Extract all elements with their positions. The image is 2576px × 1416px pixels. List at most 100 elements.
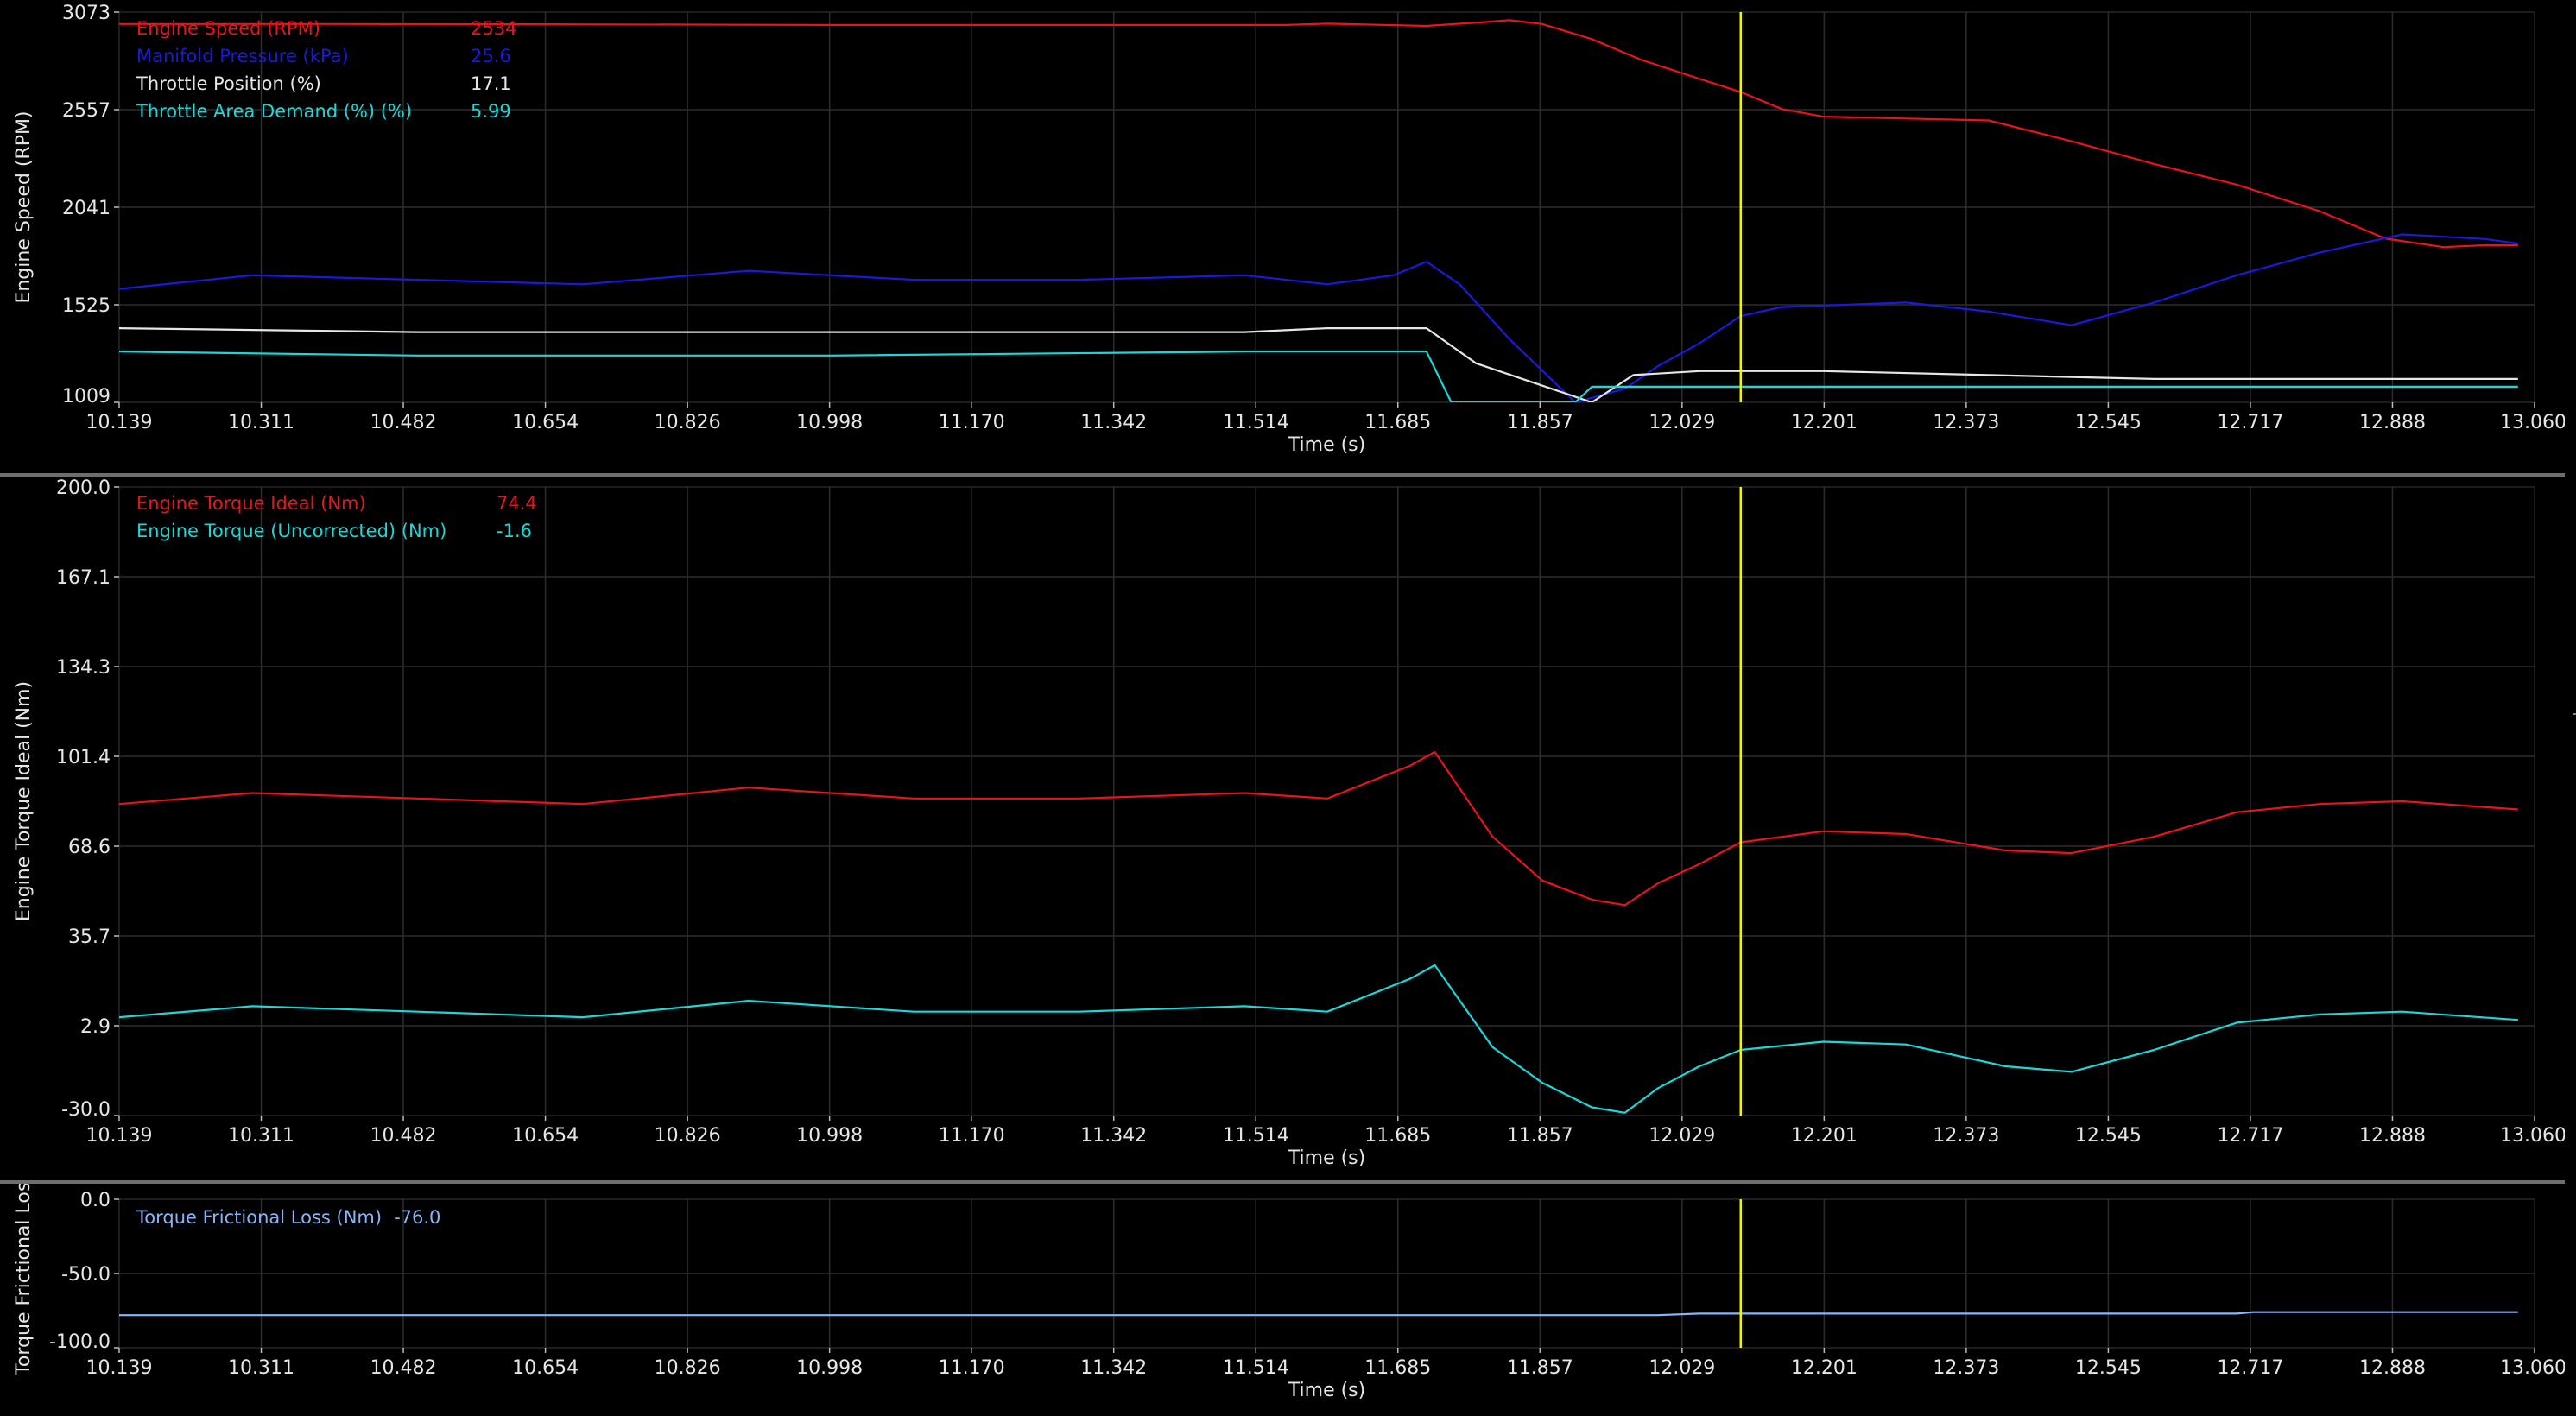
x-tick-label: 10.139 (86, 412, 153, 433)
x-tick-label: 12.888 (2359, 1125, 2426, 1147)
x-tick-label: 10.482 (370, 1125, 437, 1147)
legend-value: -1.6 (497, 521, 532, 541)
x-tick-label: 11.857 (1507, 412, 1573, 433)
y-tick-label: 200.0 (56, 477, 111, 499)
edge-marker (2573, 713, 2576, 715)
telemetry-plot-window: 10.139 10.311 10.482 10.654 10.826 10.998 11.1… (0, 0, 2576, 1416)
x-tick-label: 12.029 (1649, 412, 1715, 433)
x-tick-label: 10.654 (512, 1125, 579, 1147)
y-tick-label: 2557 (62, 100, 111, 122)
x-tick-label: 13.060 (2500, 1357, 2565, 1379)
legend-value: 5.99 (471, 101, 511, 122)
x-tick-label: 11.685 (1364, 1125, 1431, 1147)
x-tick-label: 10.998 (796, 1125, 863, 1147)
x-tick-label: 10.998 (796, 1357, 863, 1379)
x-tick-label: 12.717 (2217, 1125, 2283, 1147)
x-tick-label: 10.482 (370, 1357, 437, 1379)
x-tick-label: 11.342 (1080, 1125, 1147, 1147)
x-tick-label: 10.998 (796, 412, 863, 433)
x-tick-label: 11.170 (939, 1125, 1005, 1147)
x-tick-label: 11.514 (1223, 412, 1289, 433)
x-tick-label: 10.826 (655, 1357, 721, 1379)
y-tick-label: 3073 (62, 3, 111, 24)
legend-value: 25.6 (471, 46, 511, 66)
x-tick-label: 12.201 (1791, 1357, 1858, 1379)
x-tick-label: 10.826 (655, 412, 721, 433)
x-tick-label: 13.060 (2500, 412, 2565, 433)
y-tick-label: 134.3 (56, 657, 111, 679)
y-tick-label: -100.0 (49, 1331, 111, 1353)
legend-entry: Engine Speed (RPM) (136, 18, 320, 39)
y-tick-label: 68.6 (68, 837, 111, 858)
x-tick-label: 12.545 (2075, 1125, 2142, 1147)
y-tick-label: 167.1 (56, 567, 111, 589)
legend-entry: Throttle Area Demand (%) (%) (136, 101, 412, 122)
y-tick-label: -30.0 (61, 1099, 111, 1121)
x-tick-label: 13.060 (2500, 1125, 2565, 1147)
legend-value: 2534 (471, 18, 516, 39)
scroll-edge[interactable] (2565, 0, 2576, 1416)
y-axis-title: Torque Frictional Loss (13, 1184, 35, 1376)
x-tick-label: 10.654 (512, 1357, 579, 1379)
x-tick-label: 10.311 (228, 1125, 294, 1147)
x-tick-label: 10.139 (86, 1357, 153, 1379)
legend-entry: Engine Torque (Uncorrected) (Nm) (136, 521, 446, 541)
legend-entry: Throttle Position (%) (136, 73, 321, 94)
frictional-loss-panel[interactable]: 10.139 10.311 10.482 10.654 10.826 10.998 11.1… (0, 1184, 2565, 1416)
x-tick-label: 11.170 (939, 1357, 1005, 1379)
x-tick-label: 12.373 (1933, 412, 1999, 433)
x-axis-title: Time (s) (1288, 434, 1365, 456)
x-axis-title: Time (s) (1288, 1147, 1365, 1169)
x-tick-label: 12.545 (2075, 1357, 2142, 1379)
engine-speed-chart[interactable]: 10.139 10.311 10.482 10.654 10.826 10.998 11.1… (0, 0, 2565, 473)
y-axis-title: Engine Speed (RPM) (13, 111, 35, 303)
x-tick-label: 11.342 (1080, 1357, 1147, 1379)
x-tick-label: 10.826 (655, 1125, 721, 1147)
x-tick-label: 11.685 (1364, 412, 1431, 433)
y-tick-label: 101.4 (56, 747, 111, 768)
x-tick-label: 11.514 (1223, 1357, 1289, 1379)
x-tick-label: 10.482 (370, 412, 437, 433)
x-tick-label: 12.201 (1791, 412, 1858, 433)
engine-torque-chart[interactable]: 10.139 10.311 10.482 10.654 10.826 10.998 11.1… (0, 477, 2565, 1180)
x-tick-label: 12.029 (1649, 1357, 1715, 1379)
x-tick-label: 11.685 (1364, 1357, 1431, 1379)
y-tick-label: 2.9 (80, 1016, 111, 1038)
x-tick-label: 12.029 (1649, 1125, 1715, 1147)
engine-speed-panel[interactable]: 10.139 10.311 10.482 10.654 10.826 10.998 11.1… (0, 0, 2565, 473)
x-tick-label: 11.170 (939, 412, 1005, 433)
x-tick-label: 12.545 (2075, 412, 2142, 433)
x-tick-label: 12.888 (2359, 412, 2426, 433)
frictional-loss-chart[interactable]: 10.139 10.311 10.482 10.654 10.826 10.998 11.1… (0, 1184, 2565, 1416)
y-tick-label: 35.7 (68, 926, 111, 948)
legend-value: -76.0 (394, 1207, 440, 1228)
x-axis-title: Time (s) (1288, 1380, 1365, 1401)
legend-entry: Torque Frictional Loss (Nm) (136, 1207, 382, 1228)
y-tick-label: 0.0 (80, 1190, 111, 1211)
legend: Torque Frictional Loss (Nm) -76.0 (136, 1207, 440, 1228)
legend-value: 74.4 (497, 493, 537, 514)
legend-entry: Manifold Pressure (kPa) (136, 46, 349, 66)
x-tick-label: 12.373 (1933, 1125, 1999, 1147)
legend-entry: Engine Torque Ideal (Nm) (136, 493, 366, 514)
y-tick-label: -50.0 (61, 1264, 111, 1286)
x-tick-label: 12.201 (1791, 1125, 1858, 1147)
x-tick-label: 11.857 (1507, 1357, 1573, 1379)
x-tick-label: 10.139 (86, 1125, 153, 1147)
y-tick-label: 2041 (62, 198, 111, 219)
engine-torque-panel[interactable]: 10.139 10.311 10.482 10.654 10.826 10.998 11.1… (0, 477, 2565, 1180)
y-axis-title: Engine Torque Ideal (Nm) (13, 681, 35, 921)
x-tick-label: 12.717 (2217, 1357, 2283, 1379)
x-tick-label: 10.311 (228, 1357, 294, 1379)
x-tick-label: 11.342 (1080, 412, 1147, 433)
x-tick-label: 10.654 (512, 412, 579, 433)
x-tick-label: 11.514 (1223, 1125, 1289, 1147)
x-tick-label: 12.373 (1933, 1357, 1999, 1379)
x-tick-label: 12.717 (2217, 412, 2283, 433)
x-tick-label: 12.888 (2359, 1357, 2426, 1379)
x-tick-label: 10.311 (228, 412, 294, 433)
y-tick-label: 1525 (62, 295, 111, 317)
x-tick-label: 11.857 (1507, 1125, 1573, 1147)
y-tick-label: 1009 (62, 386, 111, 408)
legend-value: 17.1 (471, 73, 511, 94)
